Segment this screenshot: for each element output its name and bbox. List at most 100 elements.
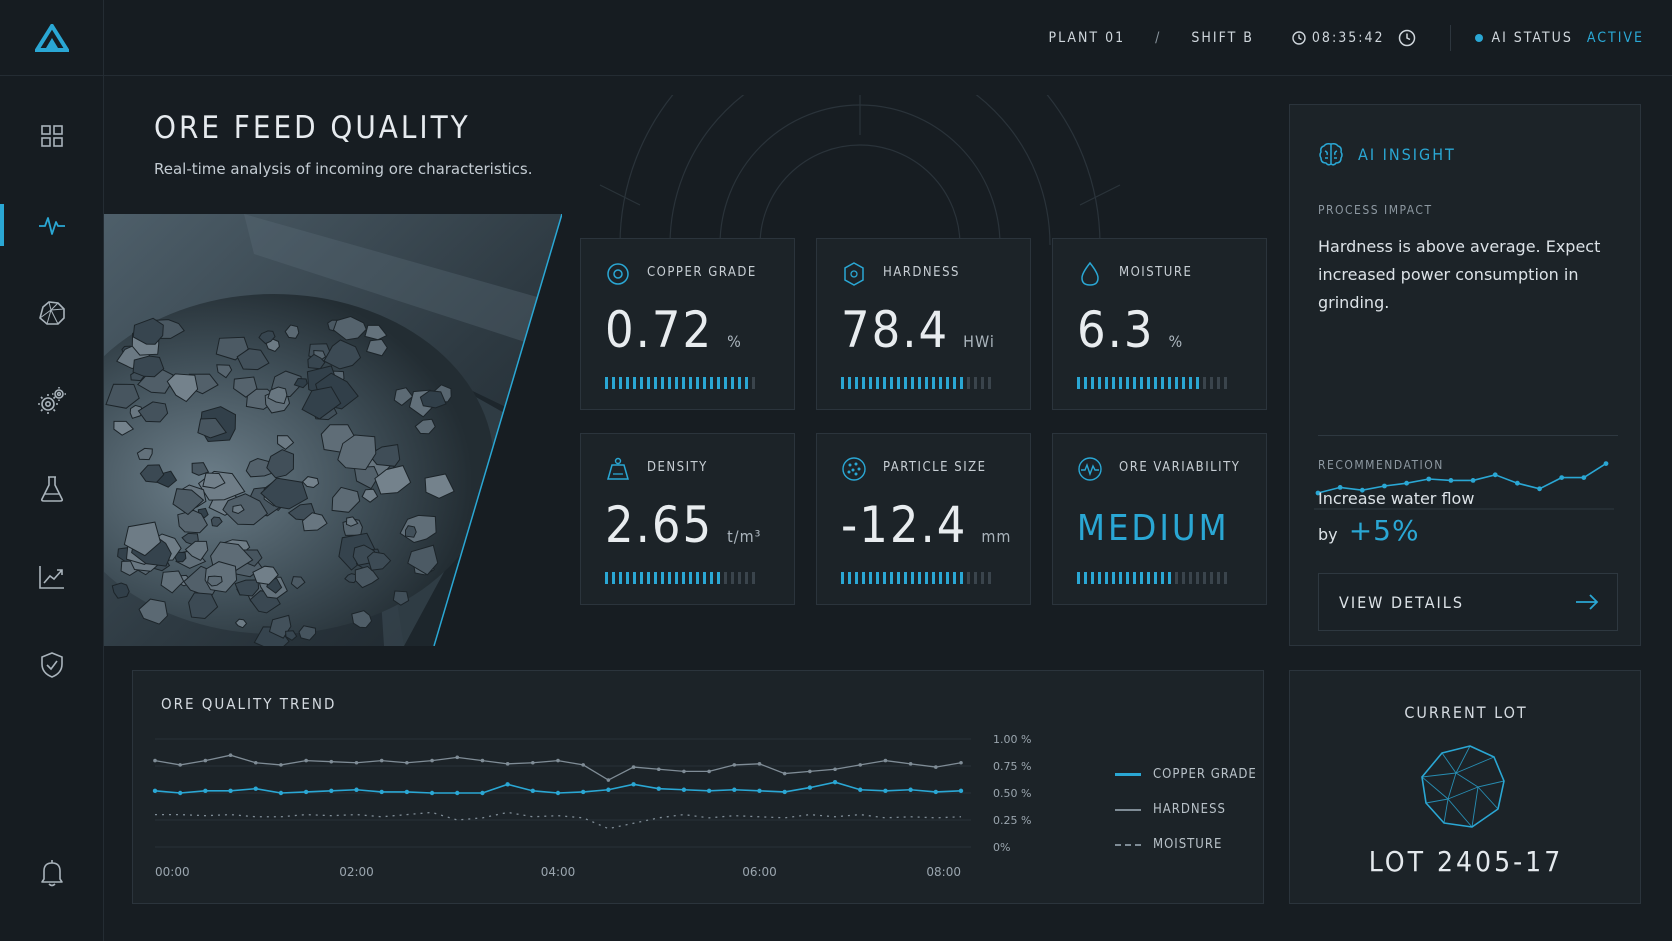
- ai-insight-title: AI INSIGHT: [1358, 144, 1456, 164]
- metric-card-density[interactable]: DENSITY 2.65 t/m³: [580, 433, 795, 605]
- sidebar-item-activity[interactable]: [0, 200, 104, 250]
- data-point: [404, 789, 410, 795]
- level-segment: [890, 377, 893, 389]
- level-segment: [960, 377, 963, 389]
- level-segment: [855, 377, 858, 389]
- level-segment: [738, 377, 741, 389]
- metric-number: -12.4: [841, 496, 968, 554]
- level-segment: [911, 377, 914, 389]
- metric-card-particle-size[interactable]: PARTICLE SIZE -12.4 mm: [816, 433, 1031, 605]
- level-segment: [1182, 377, 1185, 389]
- level-segment: [967, 572, 970, 584]
- y-tick-label: 0.75 %: [993, 760, 1031, 773]
- ai-status-value: ACTIVE: [1586, 30, 1644, 46]
- sidebar-item-safety[interactable]: [0, 640, 104, 690]
- level-segment: [668, 377, 671, 389]
- level-segment: [1084, 572, 1087, 584]
- level-segment: [841, 377, 844, 389]
- x-tick-label: 04:00: [541, 865, 576, 879]
- clock-icon[interactable]: [1398, 29, 1416, 47]
- weight-icon: [607, 457, 629, 480]
- level-segment: [953, 572, 956, 584]
- level-segment: [745, 572, 748, 584]
- level-segment: [633, 572, 636, 584]
- data-point: [354, 760, 359, 765]
- top-nav: PLANT 01 / SHIFT B 08:35:42 AI STATUS AC…: [1048, 0, 1644, 76]
- data-point: [152, 788, 158, 794]
- metric-card-ore-variability[interactable]: ORE VARIABILITY MEDIUM: [1052, 433, 1267, 605]
- level-segment: [640, 572, 643, 584]
- sidebar-item-ore[interactable]: [0, 288, 104, 338]
- plant-selector[interactable]: PLANT 01: [1048, 30, 1125, 46]
- legend-swatch-moisture: [1115, 843, 1141, 846]
- sidebar-item-analytics[interactable]: [0, 552, 104, 602]
- level-segment: [911, 572, 914, 584]
- data-point: [807, 785, 813, 790]
- insight-divider: [1318, 435, 1618, 436]
- level-segment: [647, 377, 650, 389]
- level-segment: [988, 377, 991, 389]
- metric-label: HARDNESS: [883, 265, 960, 280]
- ore-lot-icon: [1420, 745, 1505, 828]
- view-details-button[interactable]: VIEW DETAILS: [1318, 573, 1618, 631]
- metric-number: 6.3: [1077, 301, 1155, 359]
- particles-icon: [842, 457, 866, 481]
- y-tick-label: 0.25 %: [993, 814, 1031, 827]
- level-segment: [939, 572, 942, 584]
- level-segment: [605, 572, 608, 584]
- data-point: [177, 790, 183, 796]
- data-point: [934, 765, 938, 769]
- series-line-moisture: [155, 811, 962, 830]
- variability-pulse-icon: [1078, 457, 1102, 481]
- x-tick-label: 08:00: [926, 865, 961, 879]
- sidebar-item-dashboard[interactable]: [0, 111, 104, 161]
- data-point: [732, 787, 737, 792]
- level-segment: [1217, 572, 1220, 584]
- data-point: [304, 758, 308, 763]
- level-segment: [848, 572, 851, 584]
- metric-number: 2.65: [605, 496, 714, 554]
- data-point: [631, 782, 636, 787]
- level-segment: [1217, 377, 1220, 389]
- y-tick-label: 0.50 %: [993, 787, 1031, 800]
- data-point: [959, 760, 963, 765]
- metric-label: PARTICLE SIZE: [883, 460, 987, 475]
- data-point: [656, 786, 661, 791]
- data-point: [782, 771, 787, 776]
- legend-label-moisture: MOISTURE: [1153, 837, 1223, 852]
- level-segment: [675, 377, 678, 389]
- app-logo[interactable]: [0, 0, 104, 76]
- data-point: [354, 787, 359, 792]
- level-segment: [890, 572, 893, 584]
- level-segment: [703, 572, 706, 584]
- shift-selector[interactable]: SHIFT B: [1191, 30, 1254, 46]
- metric-card-copper-grade[interactable]: COPPER GRADE 0.72%: [580, 238, 795, 410]
- level-segment: [1112, 377, 1115, 389]
- data-point: [203, 788, 208, 794]
- nav-divider: [1450, 25, 1452, 51]
- trend-chart-icon: [39, 566, 64, 589]
- level-segment: [731, 572, 734, 584]
- metric-level-bar: [841, 572, 991, 584]
- metric-level-bar: [841, 377, 991, 389]
- trend-legend: COPPER GRADE HARDNESS MOISTURE: [1115, 757, 1257, 862]
- metric-card-moisture[interactable]: MOISTURE 6.3%: [1052, 238, 1267, 410]
- level-segment: [1140, 377, 1143, 389]
- metric-card-hardness[interactable]: HARDNESS 78.4 HWi: [816, 238, 1031, 410]
- level-segment: [1133, 377, 1136, 389]
- y-tick-label: 1.00 %: [993, 733, 1031, 746]
- process-impact-text: Hardness is above average. Expect increa…: [1318, 237, 1601, 312]
- sidebar-item-lab[interactable]: [0, 464, 104, 514]
- clock-time: 08:35:42: [1311, 30, 1385, 46]
- level-segment: [862, 572, 865, 584]
- level-segment: [946, 377, 949, 389]
- level-segment: [1182, 572, 1185, 584]
- spark-point: [1448, 478, 1454, 483]
- sidebar-item-notifications[interactable]: [0, 848, 104, 898]
- sidebar-item-process[interactable]: [0, 376, 104, 426]
- flask-icon: [40, 476, 64, 502]
- metric-level-bar: [1077, 572, 1227, 584]
- level-segment: [883, 377, 886, 389]
- clock-small-icon: [1292, 31, 1306, 45]
- spark-point: [1426, 476, 1432, 482]
